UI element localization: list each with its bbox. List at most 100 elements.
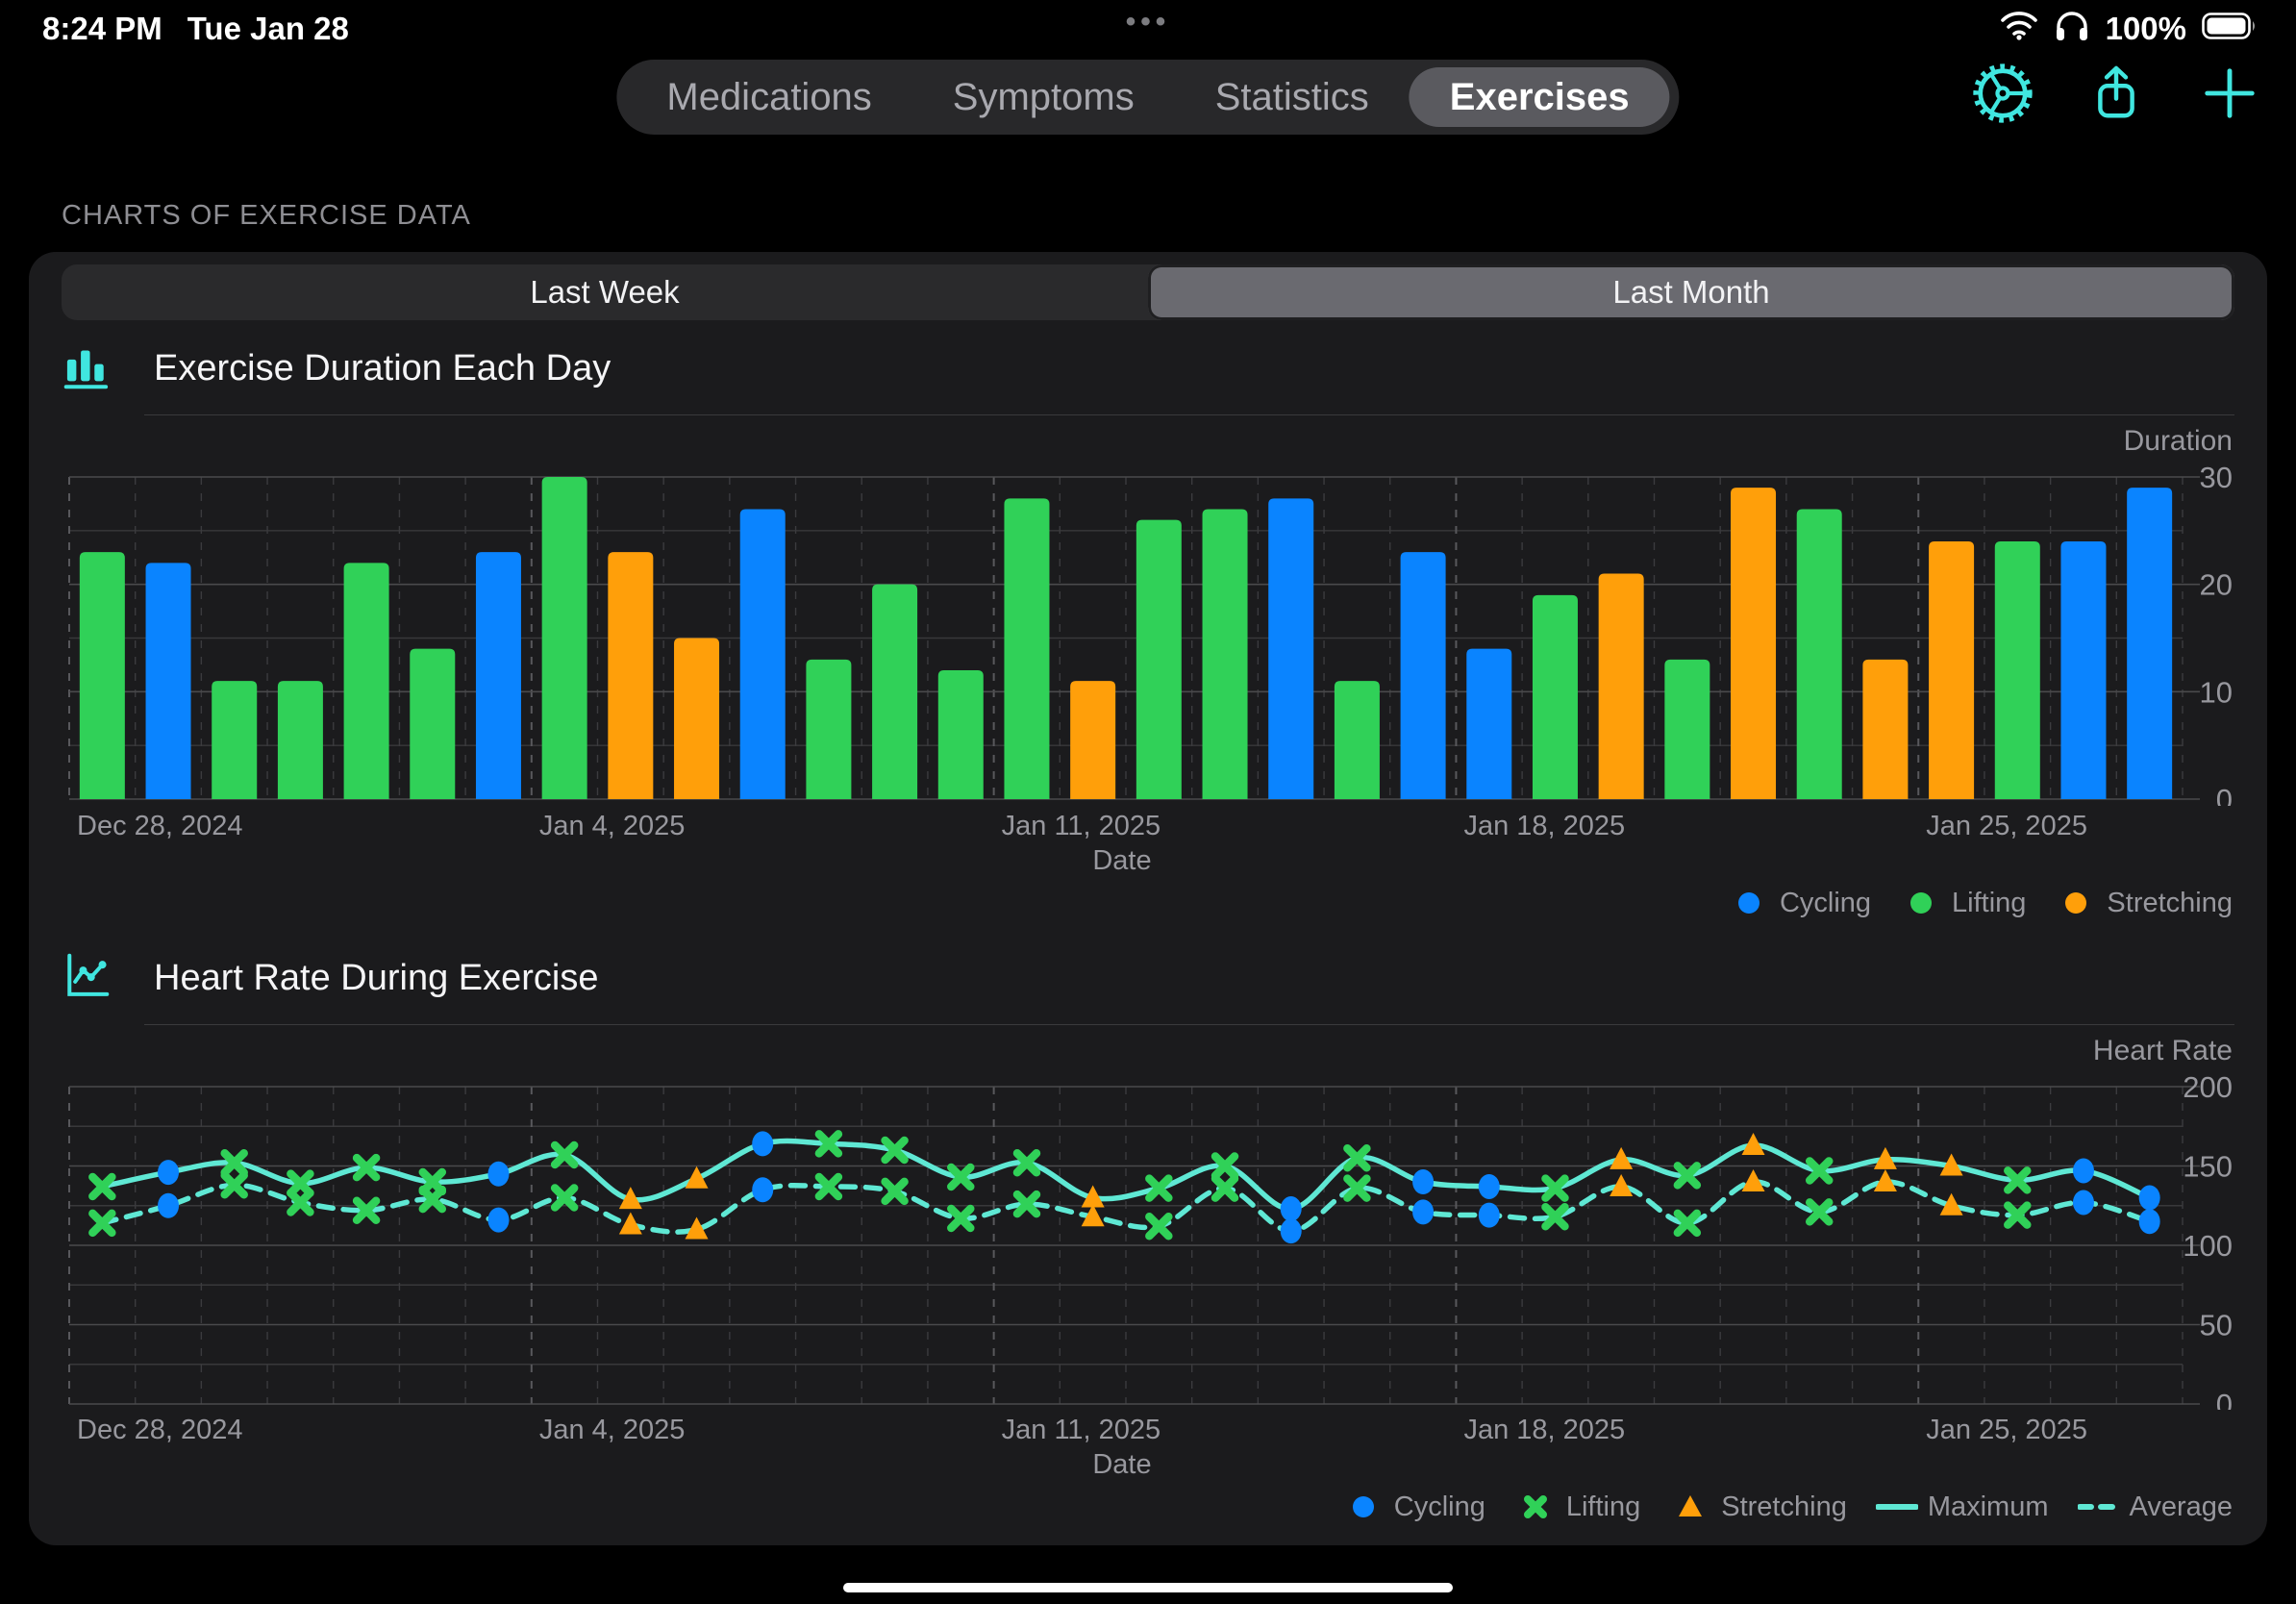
add-icon[interactable] [2200,63,2259,123]
cycling-marker[interactable] [1280,1218,1302,1244]
legend-item-lifting: Lifting [1514,1491,1640,1523]
cycling-marker[interactable] [2072,1158,2094,1184]
settings-gear-icon[interactable] [1973,63,2033,123]
battery-icon [2202,11,2258,47]
tab-symptoms[interactable]: Symptoms [912,67,1175,127]
bar-lifting[interactable] [1796,509,1842,800]
bar-lifting[interactable] [1664,659,1710,799]
stretching-marker[interactable] [618,1212,642,1235]
tab-medications[interactable]: Medications [626,67,911,127]
bar-cycling[interactable] [145,563,191,799]
bar-lifting[interactable] [410,648,456,799]
bar-stretching[interactable] [1598,573,1644,800]
bar-lifting[interactable] [1202,509,1248,800]
bar-lifting[interactable] [1004,498,1050,799]
tab-statistics[interactable]: Statistics [1175,67,1410,127]
circle-legend-marker [1352,1496,1374,1517]
range-last-week[interactable]: Last Week [62,264,1148,320]
bar-lifting[interactable] [1334,681,1380,799]
y-axis-title: Duration [2124,425,2233,457]
bar-lifting[interactable] [277,681,323,799]
bar-cycling[interactable] [2127,488,2173,799]
line-chart-legend: Cycling Lifting Stretching Maximum Average [62,1490,2233,1524]
cycling-marker[interactable] [487,1207,510,1233]
view-switcher: Medications Symptoms Statistics Exercise… [616,60,1680,135]
section-title: CHARTS OF EXERCISE DATA [62,200,471,231]
multitasking-dots: ••• [1125,6,1171,38]
cycling-marker[interactable] [1412,1169,1435,1194]
x-tick-label: Dec 28, 2024 [77,811,243,841]
legend-item-lifting: Lifting [1900,888,2026,919]
home-indicator[interactable] [843,1583,1453,1592]
x-tick-label: Jan 18, 2025 [1463,811,1626,841]
bar-stretching[interactable] [1070,681,1116,799]
line-chart-canvas[interactable]: 0 50 100 150 200 Heart Rate [62,1033,2233,1421]
duration-chart-section: Exercise Duration Each Day 0 10 20 30 Durati… [62,343,2234,920]
cycling-marker[interactable] [1412,1199,1435,1225]
bar-stretching[interactable] [1731,488,1777,799]
bar-lifting[interactable] [1136,519,1182,799]
bar-stretching[interactable] [608,552,654,799]
bar-cycling[interactable] [475,552,521,799]
cycling-marker[interactable] [752,1177,774,1203]
bar-lifting[interactable] [79,552,125,799]
heart-rate-chart-section: Heart Rate During Exercise 0 50 100 150 200 H… [62,953,2234,1524]
bar-lifting[interactable] [212,681,258,799]
dashed-line-legend-marker [2077,1504,2120,1510]
bar-lifting[interactable] [541,477,587,799]
tab-exercises[interactable]: Exercises [1409,67,1670,127]
bar-cycling[interactable] [739,509,786,800]
bar-chart-canvas[interactable]: 0 10 20 30 Duration [62,423,2233,816]
heart-rate-line-chart[interactable]: 0 50 100 150 200 Heart Rate [62,1033,2233,1421]
x-tick-label: Jan 4, 2025 [538,1415,686,1445]
duration-bar-chart[interactable]: 0 10 20 30 Duration [62,423,2233,816]
x-tick-label: Jan 11, 2025 [1001,1415,1161,1445]
cycling-marker[interactable] [1280,1196,1302,1222]
share-icon[interactable] [2086,63,2146,123]
legend-item-cycling: Cycling [1342,1491,1485,1523]
circle-legend-marker [2065,892,2087,914]
bar-lifting[interactable] [937,670,984,799]
cycling-marker[interactable] [2138,1209,2160,1235]
cycling-marker[interactable] [2138,1185,2160,1211]
bar-lifting[interactable] [343,563,389,799]
divider [144,414,2234,415]
bar-lifting[interactable] [872,584,918,799]
circle-legend-marker [1737,892,1759,914]
legend-label: Cycling [1779,887,1872,918]
y-tick-label: 20 [2200,568,2233,602]
bar-cycling[interactable] [1268,498,1314,799]
cycling-marker[interactable] [487,1161,510,1187]
circle-legend-marker [1910,892,1933,914]
status-date: Tue Jan 28 [187,11,349,46]
bar-chart-x-title: Date [1092,845,1152,876]
cycling-marker[interactable] [158,1192,180,1218]
bar-chart-icon [62,341,112,396]
cycling-marker[interactable] [1478,1202,1500,1228]
y-tick-label: 100 [2183,1229,2233,1263]
legend-label: Cycling [1393,1491,1485,1522]
bar-stretching[interactable] [1862,659,1909,799]
bar-cycling[interactable] [1400,552,1446,799]
headphones-icon [2054,9,2090,49]
bar-lifting[interactable] [1994,541,2040,799]
cycling-marker[interactable] [2072,1190,2094,1216]
legend-label: Stretching [2107,887,2233,918]
legend-item-stretching: Stretching [2055,888,2233,919]
bar-lifting[interactable] [806,659,852,799]
bar-cycling[interactable] [1466,648,1512,799]
legend-label: Lifting [1565,1491,1641,1522]
cycling-marker[interactable] [1478,1173,1500,1199]
bar-lifting[interactable] [1532,594,1578,799]
x-tick-label: Dec 28, 2024 [77,1415,243,1445]
range-last-month[interactable]: Last Month [1148,264,2234,320]
bar-stretching[interactable] [1929,541,1975,799]
bar-stretching[interactable] [674,638,720,800]
bar-cycling[interactable] [2060,541,2107,799]
y-tick-label: 0 [2216,783,2233,806]
status-time: 8:24 PM [42,11,162,46]
solid-line-legend-marker [1875,1504,1918,1510]
line-chart-icon [62,951,112,1006]
cycling-marker[interactable] [752,1131,774,1157]
cycling-marker[interactable] [158,1160,180,1186]
